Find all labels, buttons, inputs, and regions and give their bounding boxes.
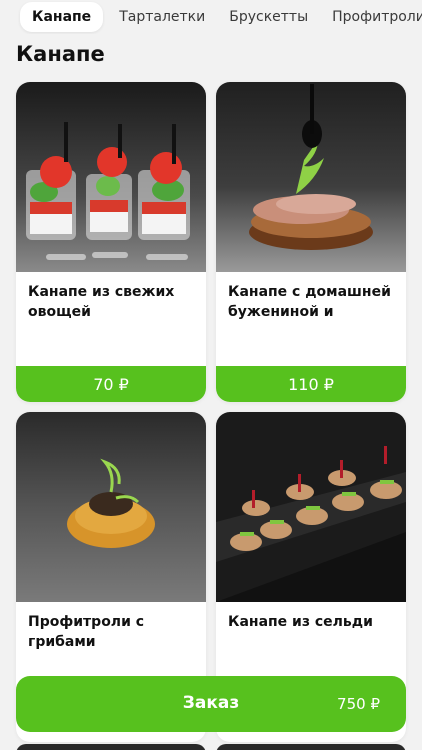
tab-canape[interactable]: Канапе xyxy=(20,2,104,32)
product-name: Канапе из сельди xyxy=(228,614,373,630)
next-card-peek xyxy=(16,744,206,750)
product-photo xyxy=(16,412,206,602)
product-photo xyxy=(216,82,406,272)
add-to-cart-button[interactable]: 110 ₽ xyxy=(216,366,406,402)
product-photo xyxy=(16,82,206,272)
section-title: Канапе xyxy=(16,42,105,66)
product-price: 110 ₽ xyxy=(288,374,334,394)
product-name: Канапе из свежих овощей xyxy=(28,284,175,320)
product-price: 70 ₽ xyxy=(93,374,129,394)
product-card[interactable]: Канапе из свежих овощей 70 ₽ xyxy=(16,82,206,402)
order-button[interactable]: Заказ 750 ₽ xyxy=(16,676,406,732)
product-card[interactable]: Канапе с домашней бужениной и 110 ₽ xyxy=(216,82,406,402)
tab-profiteroles[interactable]: Профитроли xyxy=(324,3,422,31)
add-to-cart-button[interactable]: 70 ₽ xyxy=(16,366,206,402)
product-name: Канапе с домашней бужениной и xyxy=(228,284,391,320)
order-total: 750 ₽ xyxy=(337,695,380,713)
product-name: Профитроли с грибами xyxy=(28,614,145,650)
tab-tartlets[interactable]: Тарталетки xyxy=(111,3,213,31)
product-photo xyxy=(216,412,406,602)
next-card-peek xyxy=(216,744,406,750)
tab-bruschetta[interactable]: Брускетты xyxy=(221,3,316,31)
category-tabs: Канапе Тарталетки Брускетты Профитроли xyxy=(0,0,422,34)
menu-screen: Канапе Тарталетки Брускетты Профитроли К… xyxy=(0,0,422,750)
